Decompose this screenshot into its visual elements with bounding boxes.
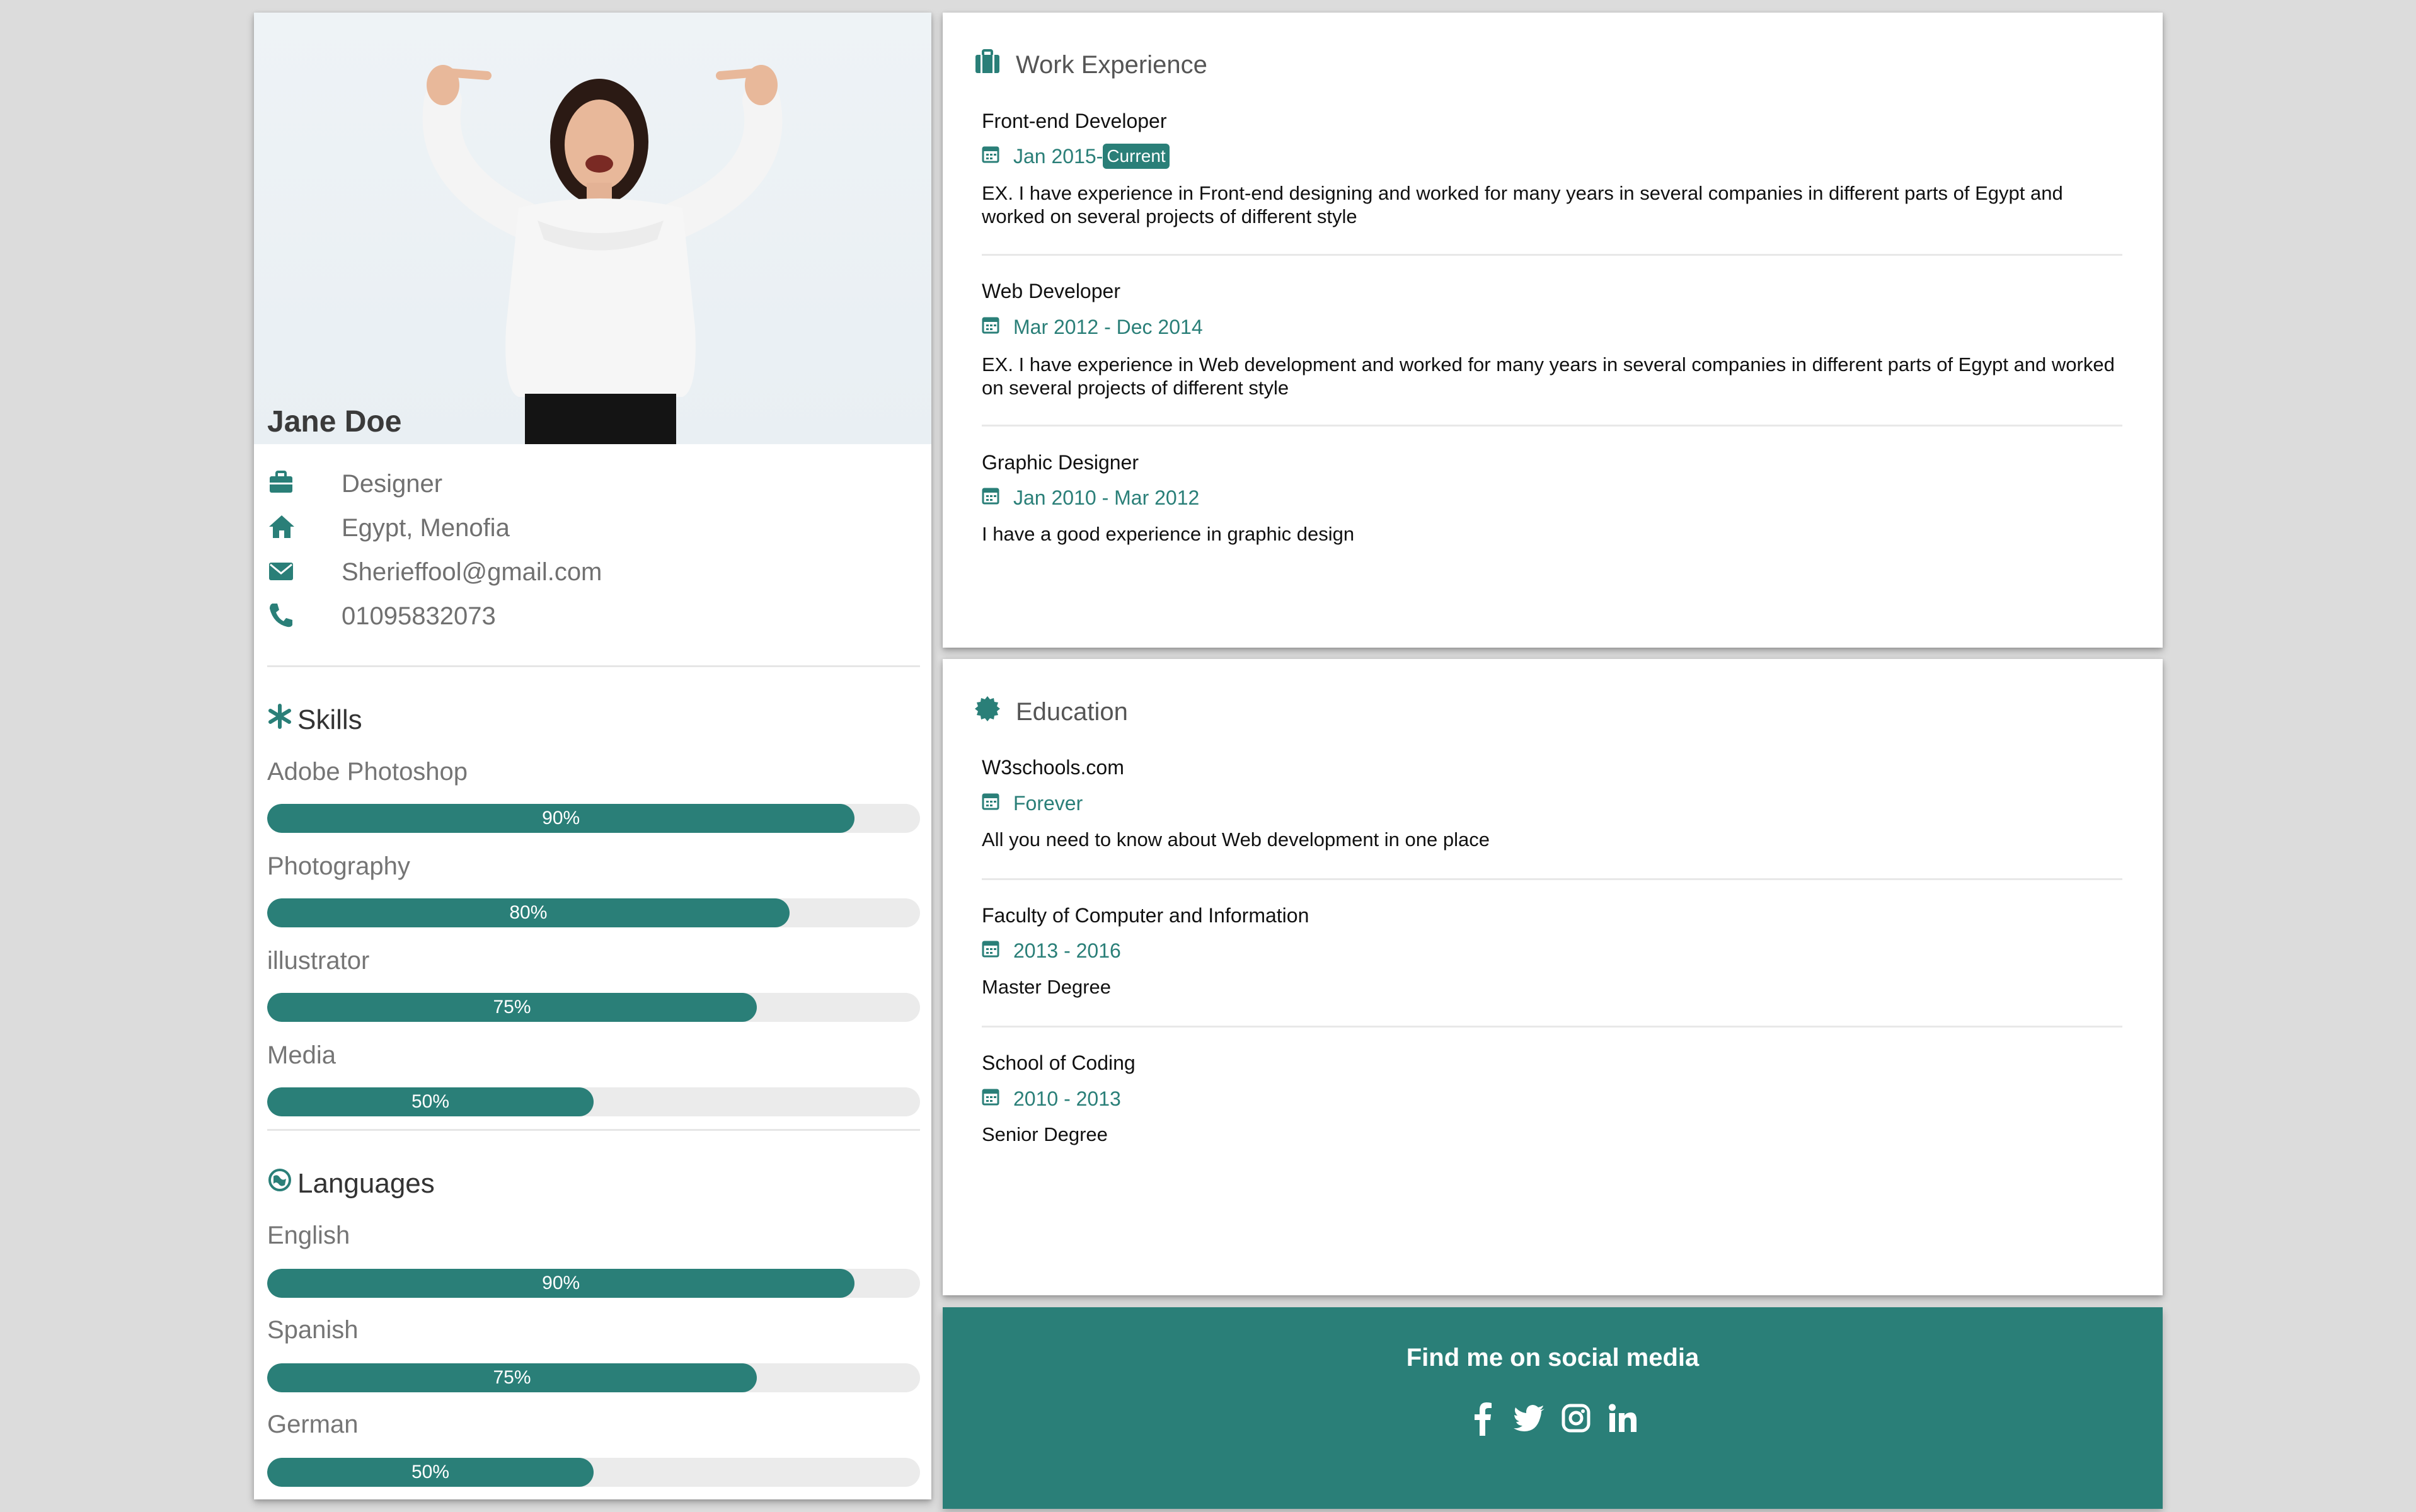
skill-label: Photography (267, 852, 410, 880)
language-label: Spanish (267, 1316, 359, 1344)
entry-title: Web Developer (982, 280, 1120, 302)
language-label: English (267, 1222, 350, 1249)
entry-date-text: Forever (1013, 791, 1083, 815)
entry-date-text: Jan 2010 - Mar 2012 (1013, 486, 1200, 509)
entry-description: Master Degree (982, 976, 1112, 998)
phone-text[interactable]: 01095832073 (342, 602, 496, 631)
entry-title: School of Coding (982, 1051, 1136, 1074)
entry-date-text: 2013 - 2016 (1013, 939, 1121, 962)
language-bar-fill: 90% (267, 1269, 855, 1298)
skill-label: Adobe Photoshop (267, 758, 468, 786)
calendar-icon (982, 1087, 999, 1111)
social-title: Find me on social media (1406, 1344, 1700, 1372)
entry-date: Jan 2010 - Mar 2012 (982, 486, 1199, 510)
education-title: Education (1016, 697, 1128, 726)
profile-photo-illustration (422, 65, 783, 444)
languages-title: Languages (297, 1167, 435, 1199)
entry-title: W3schools.com (982, 756, 1124, 779)
entry-date: 2010 - 2013 (982, 1087, 1121, 1111)
profile-name: Jane Doe (267, 405, 402, 438)
social-icons (943, 1400, 2163, 1436)
skill-label: Media (267, 1041, 336, 1069)
home-icon (267, 513, 297, 543)
calendar-icon (982, 486, 999, 510)
skills-heading: Skills (267, 704, 362, 736)
skills-title: Skills (297, 704, 362, 735)
calendar-icon (982, 144, 999, 168)
email-row: Sherieffool@gmail.com (267, 553, 897, 591)
linkedin-icon[interactable] (1606, 1400, 1639, 1436)
entry-description: Senior Degree (982, 1123, 1108, 1145)
work-title: Work Experience (1016, 50, 1207, 79)
education-card: Education W3schools.com Forever All you … (943, 659, 2163, 1295)
divider (982, 254, 2122, 256)
divider (982, 425, 2122, 427)
skill-label: illustrator (267, 947, 370, 975)
location-row: Egypt, Menofia (267, 509, 897, 547)
phone-row: 01095832073 (267, 597, 897, 635)
asterisk-icon (267, 704, 292, 736)
entry-date: Mar 2012 - Dec 2014 (982, 315, 1203, 339)
skill-bar-fill: 75% (267, 993, 757, 1022)
entry-date-text: Mar 2012 - Dec 2014 (1013, 315, 1203, 338)
entry-description: All you need to know about Web developme… (982, 828, 1490, 850)
current-badge: Current (1103, 144, 1170, 169)
facebook-icon[interactable] (1466, 1400, 1499, 1436)
entry-description: EX. I have experience in Front-end desig… (982, 182, 2063, 227)
work-heading: Work Experience (974, 49, 1207, 81)
language-bar-fill: 50% (267, 1458, 594, 1487)
skill-bar-fill: 50% (267, 1087, 594, 1116)
calendar-icon (982, 939, 999, 963)
work-experience-card: Work Experience Front-end Developer Jan … (943, 13, 2163, 648)
entry-date-text: 2010 - 2013 (1013, 1087, 1121, 1110)
language-bar: 50% (267, 1458, 920, 1487)
suitcase-icon (974, 49, 1001, 81)
language-bar: 75% (267, 1363, 920, 1392)
language-label: German (267, 1411, 359, 1438)
calendar-icon (982, 315, 999, 339)
entry-date: 2013 - 2016 (982, 939, 1121, 963)
languages-heading: Languages (267, 1167, 435, 1200)
divider (267, 665, 920, 667)
divider (982, 878, 2122, 880)
email-text[interactable]: Sherieffool@gmail.com (342, 558, 602, 587)
skill-bar: 75% (267, 993, 920, 1022)
job-row: Designer (267, 465, 897, 503)
certificate-icon (974, 696, 1001, 728)
instagram-icon[interactable] (1560, 1400, 1592, 1436)
entry-title: Graphic Designer (982, 451, 1139, 474)
education-heading: Education (974, 696, 1128, 728)
entry-title: Front-end Developer (982, 110, 1167, 132)
location-text: Egypt, Menofia (342, 513, 510, 542)
job-text: Designer (342, 469, 443, 498)
profile-card: Jane Doe Designer Egypt, Menofia Sherief… (254, 13, 931, 1499)
entry-date: Forever (982, 791, 1083, 815)
language-bar-fill: 75% (267, 1363, 757, 1392)
language-bar: 90% (267, 1269, 920, 1298)
calendar-icon (982, 791, 999, 815)
skill-bar-fill: 90% (267, 804, 855, 833)
entry-description: I have a good experience in graphic desi… (982, 523, 1355, 545)
skill-bar: 50% (267, 1087, 920, 1116)
entry-title: Faculty of Computer and Information (982, 904, 1309, 927)
twitter-icon[interactable] (1513, 1400, 1546, 1436)
social-footer: Find me on social media (943, 1307, 2163, 1509)
briefcase-icon (267, 469, 297, 499)
envelope-icon (267, 557, 297, 587)
divider (267, 1129, 920, 1131)
entry-date: Jan 2015- Current (982, 144, 1170, 169)
skill-bar-fill: 80% (267, 898, 790, 927)
globe-icon (267, 1167, 292, 1200)
divider (982, 1026, 2122, 1028)
skill-bar: 90% (267, 804, 920, 833)
entry-date-text: Jan 2015- (1013, 144, 1103, 168)
entry-description: EX. I have experience in Web development… (982, 353, 2115, 399)
skill-bar: 80% (267, 898, 920, 927)
profile-photo: Jane Doe (254, 13, 931, 444)
phone-icon (267, 601, 297, 631)
